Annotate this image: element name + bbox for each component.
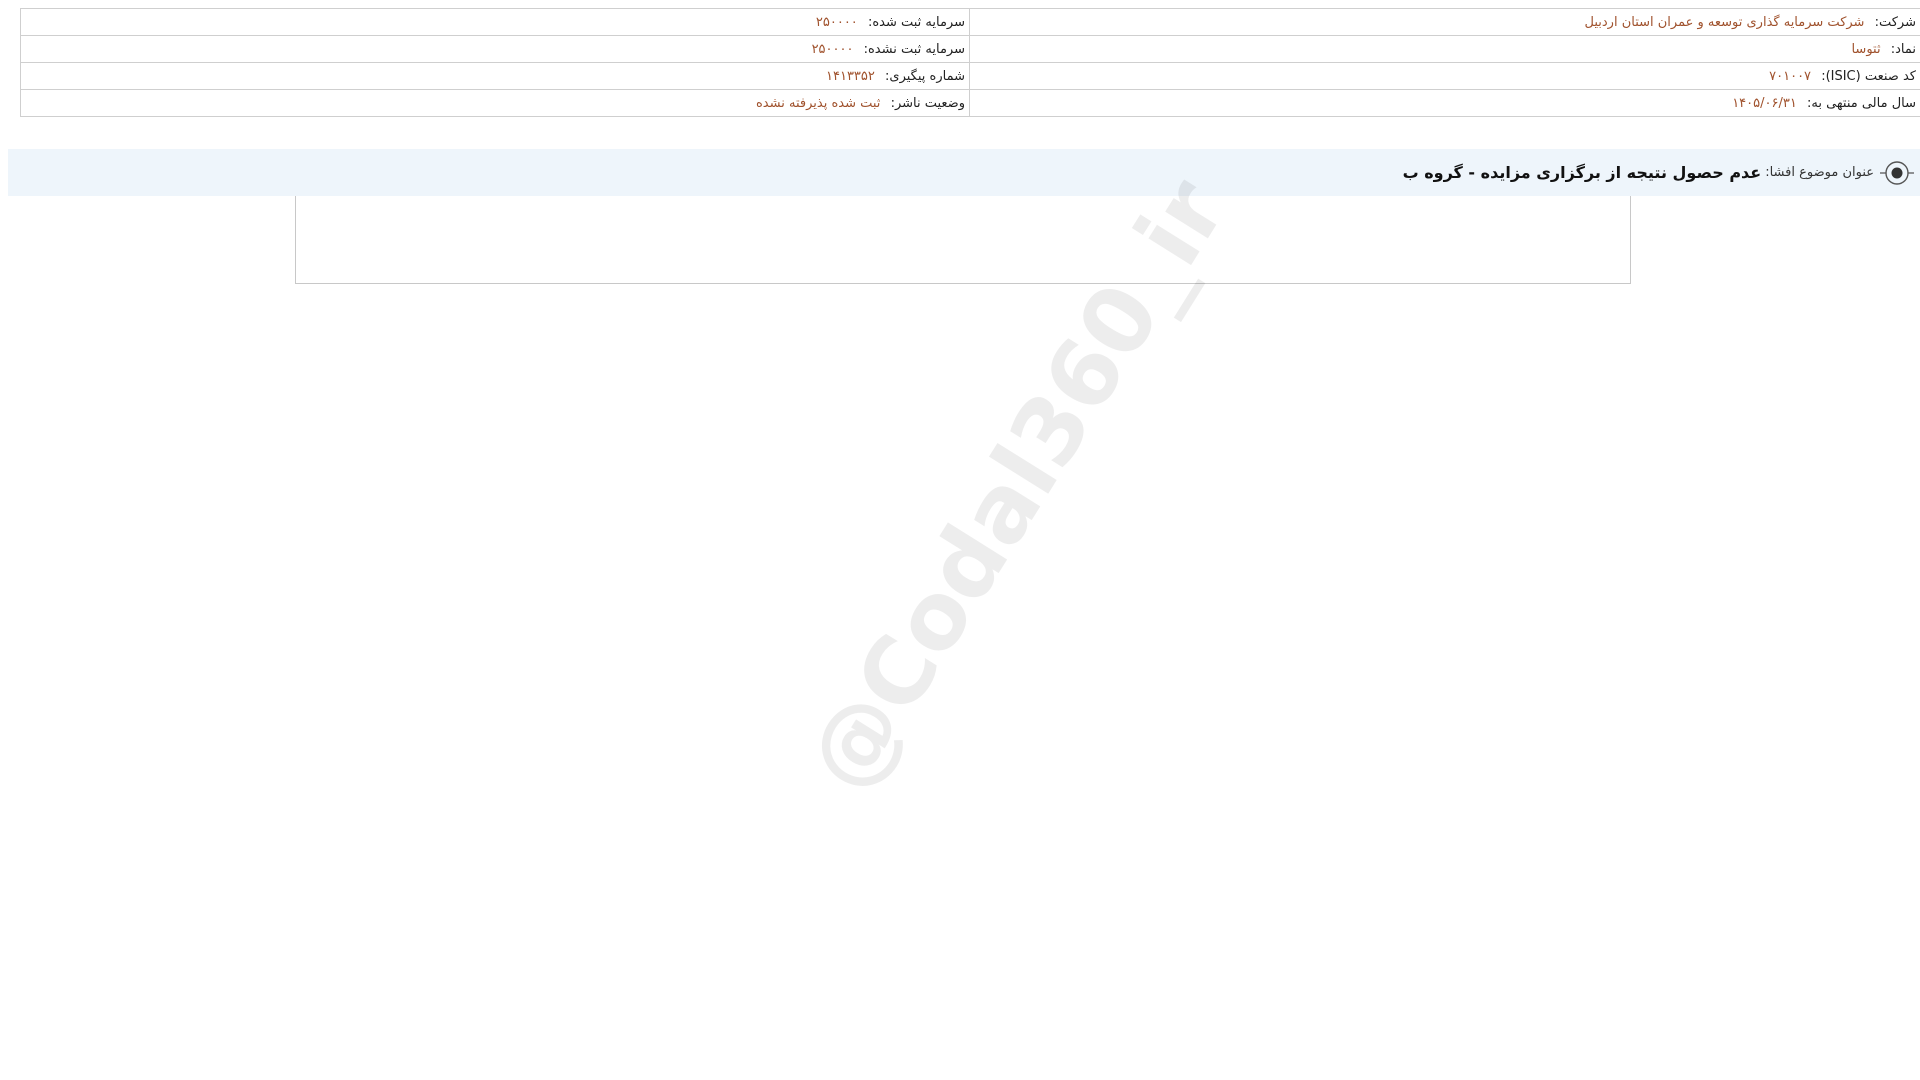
info-row: سال مالی منتهی به: ۱۴۰۵/۰۶/۳۱ وضعیت ناشر… [20, 89, 1920, 117]
symbol-value: ثتوسا [1851, 41, 1881, 57]
unregistered-capital-label: سرمایه ثبت نشده: [863, 41, 965, 57]
company-label: شرکت: [1874, 14, 1916, 30]
isic-label: کد صنعت (ISIC): [1821, 68, 1916, 84]
publisher-status-cell: وضعیت ناشر: ثبت شده پذیرفته نشده [20, 89, 970, 117]
info-row: شرکت: شرکت سرمایه گذاری توسعه و عمران اس… [20, 8, 1920, 36]
isic-value: ۷۰۱۰۰۷ [1769, 68, 1812, 84]
fiscal-year-cell: سال مالی منتهی به: ۱۴۰۵/۰۶/۳۱ [969, 89, 1920, 117]
unregistered-capital-cell: سرمایه ثبت نشده: ۲۵۰۰۰۰ [20, 35, 970, 63]
symbol-label: نماد: [1890, 41, 1916, 57]
registered-capital-label: سرمایه ثبت شده: [867, 14, 965, 30]
disclosure-page: شرکت: شرکت سرمایه گذاری توسعه و عمران اس… [0, 0, 1920, 1080]
isic-cell: کد صنعت (ISIC): ۷۰۱۰۰۷ [969, 62, 1920, 90]
company-value: شرکت سرمایه گذاری توسعه و عمران استان ار… [1584, 14, 1865, 30]
fiscal-year-value: ۱۴۰۵/۰۶/۳۱ [1732, 95, 1797, 111]
company-cell: شرکت: شرکت سرمایه گذاری توسعه و عمران اس… [969, 8, 1920, 36]
registered-capital-cell: سرمایه ثبت شده: ۲۵۰۰۰۰ [20, 8, 970, 36]
symbol-cell: نماد: ثتوسا [969, 35, 1920, 63]
publisher-status-label: وضعیت ناشر: [890, 95, 965, 111]
info-row: کد صنعت (ISIC): ۷۰۱۰۰۷ شماره پیگیری: ۱۴۱… [20, 62, 1920, 90]
target-icon [1880, 156, 1914, 190]
tracking-number-cell: شماره پیگیری: ۱۴۱۳۳۵۲ [20, 62, 970, 90]
fiscal-year-label: سال مالی منتهی به: [1806, 95, 1916, 111]
disclosure-topic-bar: عنوان موضوع افشا: عدم حصول نتیجه از برگز… [8, 149, 1920, 196]
disclosure-content-box [295, 196, 1631, 284]
unregistered-capital-value: ۲۵۰۰۰۰ [811, 41, 854, 57]
topic-title: عدم حصول نتیجه از برگزاری مزایده - گروه … [1402, 163, 1762, 182]
watermark: @Codal360_ir [786, 161, 1247, 810]
tracking-number-label: شماره پیگیری: [885, 68, 965, 84]
publisher-status-value: ثبت شده پذیرفته نشده [756, 95, 881, 111]
registered-capital-value: ۲۵۰۰۰۰ [815, 14, 858, 30]
info-row: نماد: ثتوسا سرمایه ثبت نشده: ۲۵۰۰۰۰ [20, 35, 1920, 63]
topic-label: عنوان موضوع افشا: [1765, 165, 1874, 180]
company-info-table: شرکت: شرکت سرمایه گذاری توسعه و عمران اس… [20, 8, 1920, 117]
tracking-number-value: ۱۴۱۳۳۵۲ [826, 68, 875, 84]
